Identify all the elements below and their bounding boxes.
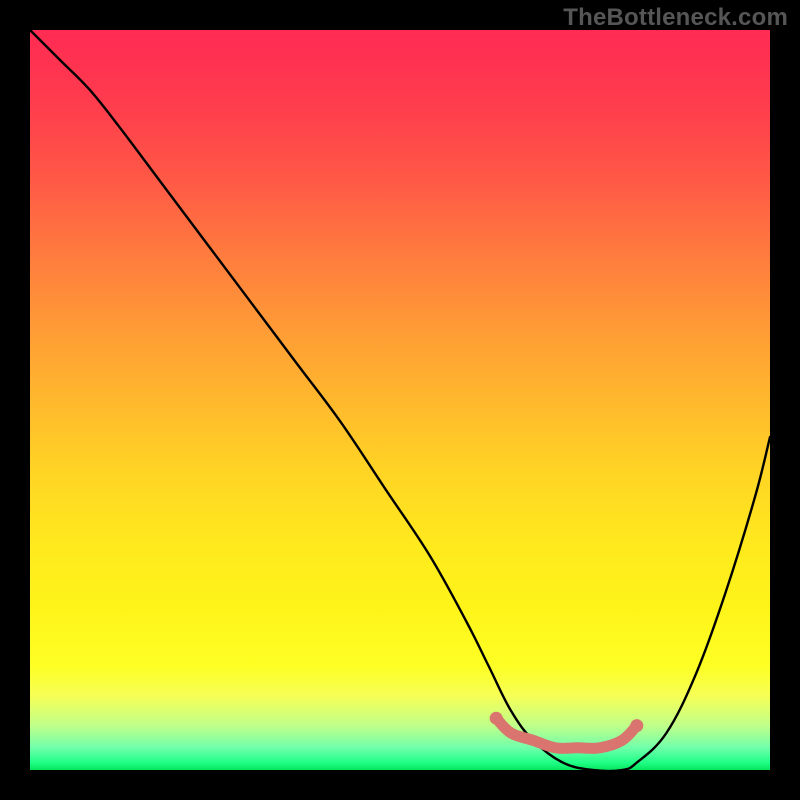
plot-area xyxy=(30,30,770,770)
optimal-range-endpoint xyxy=(630,719,643,732)
chart-container: TheBottleneck.com xyxy=(0,0,800,800)
curve-layer xyxy=(30,30,770,770)
watermark-text: TheBottleneck.com xyxy=(563,4,788,32)
bottleneck-curve xyxy=(30,30,770,771)
optimal-range-endpoint xyxy=(490,712,503,725)
